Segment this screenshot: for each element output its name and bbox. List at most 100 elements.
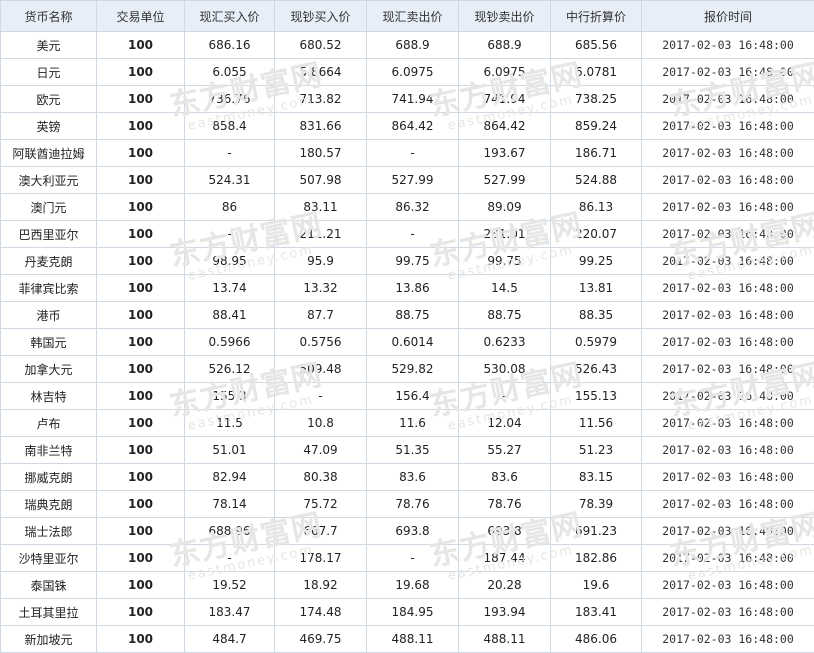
cell-currency-name: 土耳其里拉 [0,598,97,626]
table-body: 美元 100 686.16 680.52 688.9 688.9 685.56 2017-02… [0,31,814,653]
cell-currency-name: 挪威克朗 [0,463,97,491]
cell-spot-sell-price: 13.86 [366,274,459,302]
cell-spot-buy-price: 858.4 [184,112,275,140]
table-row: 新加坡元 100 484.7 469.75 488.11 488.11 486.06 2017… [0,625,814,653]
cell-currency-name: 英镑 [0,112,97,140]
cell-boc-rate: 6.0781 [550,58,642,86]
cell-quote-time: 2017-02-03 16:48:00 [641,436,814,464]
cell-quote-time: 2017-02-03 16:48:00 [641,193,814,221]
cell-cash-sell-price: 6.0975 [458,58,551,86]
cell-boc-rate: 220.07 [550,220,642,248]
cell-spot-sell-price: 19.68 [366,571,459,599]
cell-boc-rate: 859.24 [550,112,642,140]
cell-boc-rate: 11.56 [550,409,642,437]
cell-quote-time: 2017-02-03 16:48:00 [641,571,814,599]
cell-spot-buy-price: - [184,220,275,248]
cell-spot-buy-price: 0.5966 [184,328,275,356]
cell-quote-time: 2017-02-03 16:48:00 [641,328,814,356]
cell-spot-buy-price: 11.5 [184,409,275,437]
cell-currency-name: 丹麦克朗 [0,247,97,275]
cell-boc-rate: 83.15 [550,463,642,491]
cell-trade-unit: 100 [96,436,185,464]
header-cash-buy[interactable]: 现钞买入价 [274,0,367,32]
cell-trade-unit: 100 [96,625,185,653]
cell-trade-unit: 100 [96,490,185,518]
table-row: 加拿大元 100 526.12 509.48 529.82 530.08 526.43 201… [0,355,814,383]
cell-quote-time: 2017-02-03 16:48:00 [641,85,814,113]
cell-currency-name: 新加坡元 [0,625,97,653]
header-boc-rate[interactable]: 中行折算价 [550,0,642,32]
header-trade-unit[interactable]: 交易单位 [96,0,185,32]
cell-trade-unit: 100 [96,193,185,221]
cell-cash-sell-price: 864.42 [458,112,551,140]
cell-boc-rate: 183.41 [550,598,642,626]
header-quote-time[interactable]: 报价时间 [641,0,814,32]
cell-boc-rate: 685.56 [550,31,642,59]
table-row: 沙特里亚尔 100-178.17-187.44 182.86 2017-02-03 1… [0,544,814,572]
cell-cash-sell-price: 193.67 [458,139,551,167]
cell-spot-sell-price: 83.6 [366,463,459,491]
cell-cash-buy-price: 13.32 [274,274,367,302]
table-row: 阿联酋迪拉姆 100-180.57-193.67 186.71 2017-02-03 … [0,139,814,167]
cell-quote-time: 2017-02-03 16:48:00 [641,463,814,491]
cell-quote-time: 2017-02-03 16:48:00 [641,625,814,653]
cell-spot-buy-price: 82.94 [184,463,275,491]
cell-boc-rate: 182.86 [550,544,642,572]
table-row: 巴西里亚尔 100-211.21-231.01 220.07 2017-02-03 1… [0,220,814,248]
table-row: 韩国元 100 0.5966 0.5756 0.6014 0.6233 0.5979 2017… [0,328,814,356]
cell-currency-name: 欧元 [0,85,97,113]
table-row: 澳大利亚元 100 524.31 507.98 527.99 527.99 524.88 20… [0,166,814,194]
cell-trade-unit: 100 [96,247,185,275]
cell-cash-buy-price: 83.11 [274,193,367,221]
cell-cash-sell-price: 99.75 [458,247,551,275]
cell-spot-buy-price: 6.055 [184,58,275,86]
cell-boc-rate: 78.39 [550,490,642,518]
cell-quote-time: 2017-02-03 16:48:00 [641,139,814,167]
header-spot-buy[interactable]: 现汇买入价 [184,0,275,32]
cell-boc-rate: 0.5979 [550,328,642,356]
cell-quote-time: 2017-02-03 16:48:00 [641,517,814,545]
cell-trade-unit: 100 [96,409,185,437]
cell-cash-sell-price: 78.76 [458,490,551,518]
cell-cash-buy-price: 174.48 [274,598,367,626]
cell-currency-name: 林吉特 [0,382,97,410]
table-row: 泰国铢 100 19.52 18.92 19.68 20.28 19.6 2017-02-03… [0,571,814,599]
cell-currency-name: 韩国元 [0,328,97,356]
cell-spot-sell-price: 0.6014 [366,328,459,356]
cell-boc-rate: 691.23 [550,517,642,545]
exchange-rate-table: 货币名称 交易单位 现汇买入价 现钞买入价 现汇卖出价 现钞卖出价 中行折算价 … [0,0,814,653]
cell-cash-sell-price: 187.44 [458,544,551,572]
cell-spot-buy-price: 19.52 [184,571,275,599]
cell-quote-time: 2017-02-03 16:48:00 [641,490,814,518]
cell-cash-buy-price: 18.92 [274,571,367,599]
cell-trade-unit: 100 [96,274,185,302]
header-cash-sell[interactable]: 现钞卖出价 [458,0,551,32]
cell-spot-sell-price: - [366,544,459,572]
cell-trade-unit: 100 [96,382,185,410]
cell-trade-unit: 100 [96,463,185,491]
cell-cash-buy-price: 667.7 [274,517,367,545]
cell-spot-buy-price: 13.74 [184,274,275,302]
header-currency-name[interactable]: 货币名称 [0,0,97,32]
cell-quote-time: 2017-02-03 16:48:00 [641,166,814,194]
cell-cash-buy-price: 47.09 [274,436,367,464]
cell-currency-name: 港币 [0,301,97,329]
cell-cash-sell-price: 527.99 [458,166,551,194]
cell-quote-time: 2017-02-03 16:48:00 [641,598,814,626]
cell-spot-sell-price: 11.6 [366,409,459,437]
cell-quote-time: 2017-02-03 16:48:00 [641,112,814,140]
cell-cash-sell-price: 231.01 [458,220,551,248]
cell-cash-sell-price: 20.28 [458,571,551,599]
cell-cash-sell-price: 12.04 [458,409,551,437]
table-row: 港币 100 88.41 87.7 88.75 88.75 88.35 2017-02-03 … [0,301,814,329]
cell-trade-unit: 100 [96,31,185,59]
cell-boc-rate: 486.06 [550,625,642,653]
cell-cash-sell-price: 55.27 [458,436,551,464]
table-row: 土耳其里拉 100 183.47 174.48 184.95 193.94 183.41 20… [0,598,814,626]
header-spot-sell[interactable]: 现汇卖出价 [366,0,459,32]
cell-cash-sell-price: - [458,382,551,410]
cell-currency-name: 卢布 [0,409,97,437]
cell-spot-sell-price: 88.75 [366,301,459,329]
cell-currency-name: 瑞典克朗 [0,490,97,518]
cell-spot-sell-price: 6.0975 [366,58,459,86]
